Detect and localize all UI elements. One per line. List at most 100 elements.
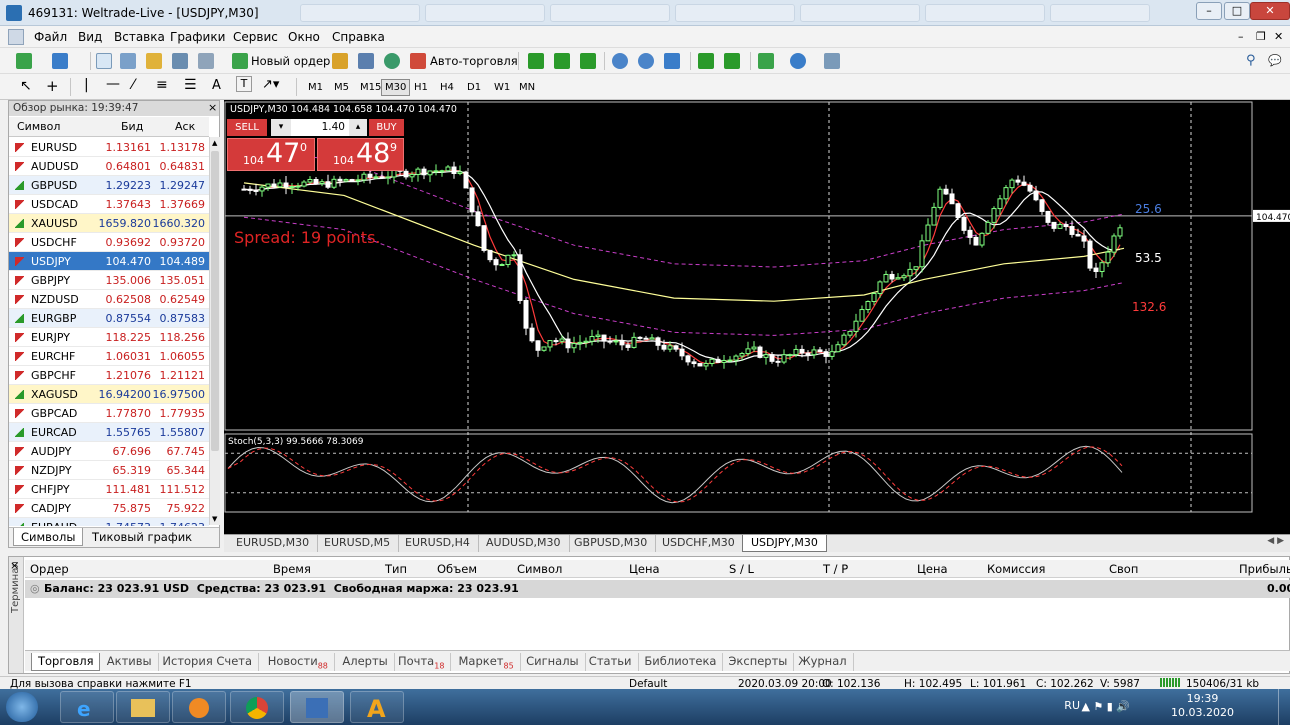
- app-taskbar-icon[interactable]: A: [350, 691, 404, 723]
- metatrader-taskbar-icon[interactable]: [290, 691, 344, 723]
- terminal-close-button[interactable]: ×: [10, 559, 19, 572]
- chart-tab[interactable]: USDCHF,M30: [654, 535, 744, 552]
- col-commission[interactable]: Комиссия: [987, 562, 1045, 576]
- col-type[interactable]: Тип: [385, 562, 407, 576]
- market-row-xauusd[interactable]: XAUUSD 1659.820 1660.320: [9, 214, 209, 233]
- metaeditor-icon[interactable]: [332, 53, 348, 69]
- lot-increase-button[interactable]: ▴: [349, 119, 367, 136]
- market-row-eurjpy[interactable]: EURJPY 118.225 118.256: [9, 328, 209, 347]
- zoom-in-icon[interactable]: [612, 53, 628, 69]
- terminal-tab[interactable]: Алерты: [336, 653, 395, 671]
- menu-window[interactable]: Окно: [288, 30, 320, 44]
- line-chart-icon[interactable]: [580, 53, 596, 69]
- terminal-icon[interactable]: [172, 53, 188, 69]
- chart-window[interactable]: 106.075105.580105.085104.590104.080103.5…: [224, 100, 1290, 534]
- buy-button[interactable]: BUY: [369, 119, 404, 136]
- maximize-button[interactable]: □: [1224, 2, 1250, 20]
- timeframe-w1[interactable]: W1: [490, 79, 514, 96]
- terminal-tab[interactable]: Библиотека: [638, 653, 724, 671]
- menu-file[interactable]: Файл: [34, 30, 67, 44]
- column-symbol[interactable]: Символ: [17, 120, 60, 133]
- chart-tab[interactable]: AUDUSD,M30: [478, 535, 570, 552]
- terminal-tab[interactable]: Активы: [101, 653, 159, 671]
- periods-icon[interactable]: [790, 53, 806, 69]
- market-row-gbpusd[interactable]: GBPUSD 1.29223 1.29247: [9, 176, 209, 195]
- language-indicator[interactable]: RU: [1064, 699, 1080, 712]
- menu-charts[interactable]: Графики: [170, 30, 225, 44]
- menu-insert[interactable]: Вставка: [114, 30, 165, 44]
- child-window-icon[interactable]: [8, 29, 24, 45]
- timeframe-m30[interactable]: M30: [381, 79, 411, 96]
- sell-price-box[interactable]: 104 47 0: [227, 138, 315, 171]
- child-minimize-button[interactable]: –: [1238, 30, 1244, 43]
- chart-tab[interactable]: GBPUSD,M30: [566, 535, 657, 552]
- timeframe-m1[interactable]: M1: [304, 79, 327, 96]
- timeframe-m5[interactable]: M5: [330, 79, 353, 96]
- col-order[interactable]: Ордер: [30, 562, 69, 576]
- market-watch-icon[interactable]: [96, 53, 112, 69]
- child-close-button[interactable]: ✕: [1274, 30, 1283, 43]
- col-symbol[interactable]: Символ: [517, 562, 562, 576]
- chart-shift-icon[interactable]: [724, 53, 740, 69]
- sell-button[interactable]: SELL: [227, 119, 267, 136]
- menu-help[interactable]: Справка: [332, 30, 385, 44]
- media-player-taskbar-icon[interactable]: [172, 691, 226, 723]
- col-volume[interactable]: Объем: [437, 562, 477, 576]
- chart-tabs-scroll-arrows[interactable]: ◀ ▶: [1267, 536, 1284, 546]
- profiles-icon[interactable]: [52, 53, 68, 69]
- background-tab[interactable]: [800, 4, 920, 22]
- col-time[interactable]: Время: [273, 562, 311, 576]
- text-tool-icon[interactable]: A: [212, 78, 221, 93]
- chrome-taskbar-icon[interactable]: [230, 691, 284, 723]
- background-tab[interactable]: [550, 4, 670, 22]
- close-button[interactable]: ✕: [1250, 2, 1290, 20]
- child-restore-button[interactable]: ❐: [1256, 30, 1266, 43]
- templates-icon[interactable]: [824, 53, 840, 69]
- buy-price-box[interactable]: 104 48 9: [317, 138, 404, 171]
- market-row-gbpjpy[interactable]: GBPJPY 135.006 135.051: [9, 271, 209, 290]
- background-tab[interactable]: [1050, 4, 1150, 22]
- start-button-icon[interactable]: [6, 692, 38, 722]
- terminal-tab[interactable]: Сигналы: [520, 653, 586, 671]
- strategy-tester-icon[interactable]: [198, 53, 214, 69]
- market-row-audjpy[interactable]: AUDJPY 67.696 67.745: [9, 442, 209, 461]
- market-row-usdchf[interactable]: USDCHF 0.93692 0.93720: [9, 233, 209, 252]
- data-window-icon[interactable]: [146, 53, 162, 69]
- col-tp[interactable]: T / P: [823, 562, 848, 576]
- market-row-audusd[interactable]: AUDUSD 0.64801 0.64831: [9, 157, 209, 176]
- arrows-icon[interactable]: ↗▾: [262, 77, 279, 92]
- community-icon[interactable]: [358, 53, 374, 69]
- balance-row[interactable]: ◎ Баланс: 23 023.91 USD Средства: 23 023…: [25, 580, 1290, 598]
- navigator-icon[interactable]: [120, 53, 136, 69]
- market-row-eurusd[interactable]: EURUSD 1.13161 1.13178: [9, 138, 209, 157]
- terminal-tab[interactable]: Маркет85: [453, 653, 521, 671]
- market-row-usdjpy[interactable]: USDJPY 104.470 104.489: [9, 252, 209, 271]
- menu-view[interactable]: Вид: [78, 30, 102, 44]
- timeframe-h1[interactable]: H1: [410, 79, 432, 96]
- signals-icon[interactable]: [384, 53, 400, 69]
- horizontal-line-icon[interactable]: —: [106, 76, 120, 92]
- terminal-tab[interactable]: Статьи: [583, 653, 639, 671]
- show-desktop-button[interactable]: [1278, 689, 1290, 725]
- col-sl[interactable]: S / L: [729, 562, 754, 576]
- background-tab[interactable]: [925, 4, 1045, 22]
- new-chart-icon[interactable]: [16, 53, 32, 69]
- chat-icon[interactable]: 💬: [1268, 54, 1282, 67]
- market-row-euraud[interactable]: EURAUD 1.74573 1.74623: [9, 518, 209, 526]
- market-row-xagusd[interactable]: XAGUSD 16.94200 16.97500: [9, 385, 209, 404]
- market-row-chfjpy[interactable]: CHFJPY 111.481 111.512: [9, 480, 209, 499]
- bar-chart-icon[interactable]: [528, 53, 544, 69]
- col-price-current[interactable]: Цена: [917, 562, 948, 576]
- background-tab[interactable]: [300, 4, 420, 22]
- terminal-tab[interactable]: Журнал: [792, 653, 854, 671]
- timeframe-mn[interactable]: MN: [515, 79, 539, 96]
- terminal-tab[interactable]: Торговля: [31, 653, 101, 671]
- column-bid[interactable]: Бид: [121, 120, 143, 133]
- channel-icon[interactable]: ≡: [156, 77, 168, 93]
- market-row-nzdjpy[interactable]: NZDJPY 65.319 65.344: [9, 461, 209, 480]
- tray-icons[interactable]: ▲ ⚑ ▮ 🔊: [1081, 700, 1130, 713]
- search-icon[interactable]: ⚲: [1246, 53, 1256, 68]
- auto-scroll-icon[interactable]: [698, 53, 714, 69]
- chart-tab[interactable]: USDJPY,M30: [742, 535, 827, 552]
- timeframe-d1[interactable]: D1: [463, 79, 485, 96]
